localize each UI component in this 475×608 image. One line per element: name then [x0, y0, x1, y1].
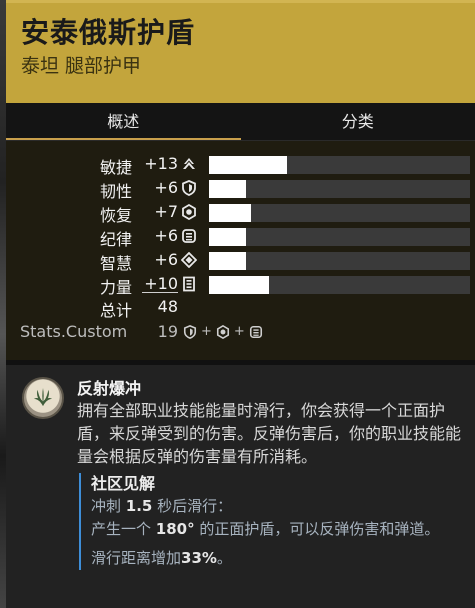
stat-value: +7: [154, 202, 178, 221]
stat-label: 韧性: [99, 182, 132, 201]
tab-categories[interactable]: 分类: [241, 103, 475, 141]
community-line-text: 冲刺: [91, 497, 126, 515]
stat-label: 恢复: [99, 206, 132, 225]
custom-stats-icons: + +: [183, 324, 263, 339]
stat-label: 敏捷: [99, 158, 132, 177]
tab-bar: 概述 分类: [6, 103, 475, 141]
total-label: 总计: [99, 301, 132, 320]
stat-bar: [209, 276, 470, 294]
stat-row-intellect: 智慧 +6: [6, 248, 475, 273]
stat-row-strength: 力量 +10: [6, 272, 475, 297]
stat-fill: [209, 252, 246, 270]
community-line-highlight: 33%: [181, 549, 217, 567]
stat-fill: [209, 156, 288, 174]
stat-fill: [209, 204, 251, 222]
custom-stats-value: 19: [157, 322, 178, 341]
resilience-icon: [183, 324, 197, 339]
strength-icon: [183, 276, 195, 292]
perk-panel: 反射爆冲 拥有全部职业技能能量时滑行，你会获得一个正面护盾，来反弹受到的伤害。反…: [6, 365, 475, 608]
community-line-text: 滑行距离增加: [91, 549, 182, 567]
stat-fill: [209, 180, 246, 198]
community-line: 产生一个 180° 的正面护盾，可以反弹伤害和弹道。: [91, 518, 464, 541]
plus-sign: +: [233, 324, 245, 339]
stat-row-mobility: 敏捷 +13: [6, 152, 475, 177]
stat-bar: [209, 156, 470, 174]
community-line-highlight: 1.5: [125, 497, 153, 515]
perk-name: 反射爆冲: [77, 379, 142, 398]
stat-bar: [209, 252, 470, 270]
stat-value: +6: [154, 250, 178, 269]
plus-sign: +: [201, 324, 212, 339]
stat-row-discipline: 纪律 +6: [6, 224, 475, 249]
total-row: 总计 48: [6, 292, 475, 320]
resilience-icon: [182, 180, 196, 196]
community-line-highlight: 180°: [155, 520, 195, 538]
discipline-icon: [249, 325, 262, 338]
item-subtitle: 泰坦 腿部护甲: [21, 55, 142, 77]
community-line-text: 秒后滑行：: [152, 497, 233, 515]
recovery-icon: [216, 324, 229, 339]
item-tooltip: 安泰俄斯护盾 泰坦 腿部护甲 概述 分类 敏捷 +13 韧性 +6 恢复 +7: [6, 0, 475, 608]
perk-emblem-icon: [33, 388, 53, 407]
community-line-text: 的正面护盾，可以反弹伤害和弹道。: [194, 520, 440, 538]
stats-panel: 敏捷 +13 韧性 +6 恢复 +7 纪律 +6 智慧 +6 力量 +10 总计…: [6, 141, 475, 360]
community-line-text: 产生一个: [91, 520, 156, 538]
perk-description: 拥有全部职业技能能量时滑行，你会获得一个正面护盾，来反弹受到的伤害。反弹伤害后，…: [77, 401, 462, 466]
stat-row-resilience: 韧性 +6: [6, 176, 475, 201]
community-line-text: 。: [216, 549, 232, 567]
stat-label: 纪律: [99, 230, 132, 249]
custom-stats-row: Stats.Custom 19 + +: [6, 320, 475, 344]
mobility-icon: [183, 158, 195, 169]
tab-overview[interactable]: 概述: [6, 103, 241, 141]
stat-fill: [209, 228, 246, 246]
stat-bar: [209, 204, 470, 222]
discipline-icon: [182, 229, 196, 243]
community-insights-title: 社区见解: [91, 474, 156, 493]
intellect-icon: [181, 252, 197, 268]
total-value: 48: [157, 297, 178, 316]
stat-value: +10: [144, 274, 178, 293]
stat-label: 智慧: [99, 254, 132, 273]
recovery-icon: [182, 204, 196, 220]
stat-bar: [209, 228, 470, 246]
community-insights: 社区见解 冲刺 1.5 秒后滑行： 产生一个 180° 的正面护盾，可以反弹伤害…: [79, 473, 464, 570]
stat-value: +6: [154, 178, 178, 197]
stat-fill: [209, 276, 270, 294]
community-line: 冲刺 1.5 秒后滑行：: [91, 495, 464, 518]
stat-value: +6: [154, 226, 178, 245]
community-line: 滑行距离增加33%。: [91, 547, 464, 570]
custom-stats-label: Stats.Custom: [20, 322, 128, 341]
total-divider: [142, 292, 178, 293]
perk-icon[interactable]: [22, 377, 64, 419]
stat-bar: [209, 180, 470, 198]
item-name: 安泰俄斯护盾: [21, 16, 196, 49]
item-header: 安泰俄斯护盾 泰坦 腿部护甲: [6, 0, 475, 103]
stat-row-recovery: 恢复 +7: [6, 200, 475, 225]
stat-value: +13: [144, 154, 178, 173]
